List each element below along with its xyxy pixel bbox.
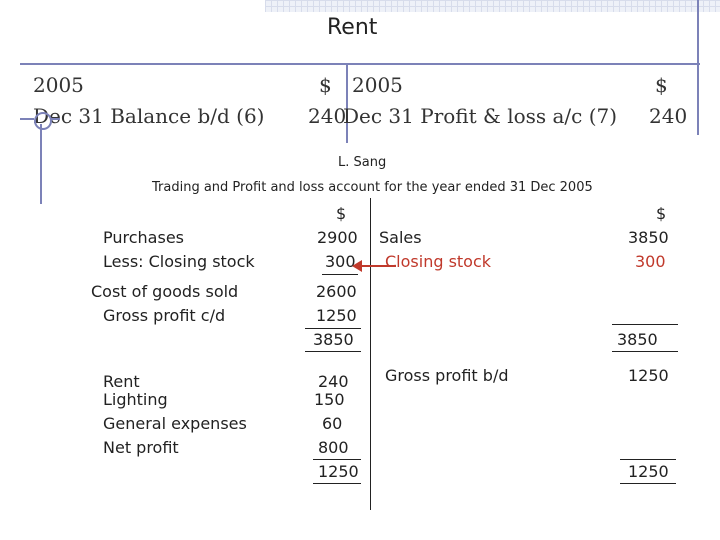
rent-right-amount: 240 xyxy=(649,104,688,128)
trading-total-top-rule xyxy=(305,328,361,329)
credit-pl-total-top-rule xyxy=(620,459,676,460)
sales-value: 3850 xyxy=(628,228,669,247)
expense-lighting-label: Lighting xyxy=(103,390,168,409)
net-profit-label: Net profit xyxy=(103,438,179,457)
expense-general-value: 60 xyxy=(322,414,343,433)
closing-stock-label: Less: Closing stock xyxy=(103,252,255,271)
closing-stock-underline xyxy=(322,274,358,275)
closing-stock-arrow-icon xyxy=(352,260,362,272)
pl-total-top-rule xyxy=(313,459,361,460)
gross-profit-bd-label: Gross profit b/d xyxy=(385,366,509,385)
header-grid-band xyxy=(265,0,720,12)
statement-center-rule xyxy=(370,198,371,510)
rent-account-title: Rent xyxy=(327,15,378,40)
statement-title: Trading and Profit and loss account for … xyxy=(152,180,593,195)
cogs-label: Cost of goods sold xyxy=(91,282,239,301)
debit-trading-total: 3850 xyxy=(313,330,354,349)
rent-account-top-rule xyxy=(20,63,700,65)
sales-label: Sales xyxy=(379,228,422,247)
trading-total-bottom-rule xyxy=(305,351,361,352)
gross-profit-bd-value: 1250 xyxy=(628,366,669,385)
credit-trading-total-top-rule xyxy=(612,324,678,325)
gross-profit-cd-value: 1250 xyxy=(316,306,357,325)
gross-profit-cd-label: Gross profit c/d xyxy=(103,306,226,325)
purchases-label: Purchases xyxy=(103,228,184,247)
rent-account-bottom-rule-2 xyxy=(50,118,60,120)
rent-account-bottom-rule xyxy=(20,118,34,120)
rent-left-entry: Dec 31 Balance b/d (6) xyxy=(33,104,265,128)
rent-left-amount: 240 xyxy=(308,104,347,128)
debit-pl-total: 1250 xyxy=(318,462,359,481)
closing-stock-credit-value: 300 xyxy=(635,252,666,271)
expense-lighting-value: 150 xyxy=(314,390,345,409)
net-profit-value: 800 xyxy=(318,438,349,457)
rent-right-year: 2005 xyxy=(352,73,403,97)
expense-rent-value: 240 xyxy=(318,372,349,391)
right-edge-rule xyxy=(697,0,699,135)
credit-trading-total-bottom-rule xyxy=(612,351,678,352)
credit-pl-total-bottom-rule xyxy=(620,483,676,484)
purchases-value: 2900 xyxy=(317,228,358,247)
rent-left-dollar: $ xyxy=(319,73,332,97)
left-margin-rule xyxy=(40,124,42,204)
closing-stock-arrow-shaft xyxy=(360,265,396,267)
expense-general-label: General expenses xyxy=(103,414,247,433)
rent-account-center-rule xyxy=(346,63,348,143)
closing-stock-value: 300 xyxy=(325,252,356,271)
bullet-circle-icon xyxy=(34,112,52,130)
credit-pl-total: 1250 xyxy=(628,462,669,481)
rent-right-dollar: $ xyxy=(655,73,668,97)
closing-stock-credit-label: Closing stock xyxy=(385,252,492,271)
debit-dollar-sign: $ xyxy=(336,204,347,223)
credit-trading-total: 3850 xyxy=(617,330,658,349)
business-name: L. Sang xyxy=(338,155,387,170)
credit-dollar-sign: $ xyxy=(656,204,667,223)
pl-total-bottom-rule xyxy=(313,483,361,484)
rent-right-entry: Dec 31 Profit & loss a/c (7) xyxy=(343,104,618,128)
cogs-value: 2600 xyxy=(316,282,357,301)
rent-left-year: 2005 xyxy=(33,73,84,97)
